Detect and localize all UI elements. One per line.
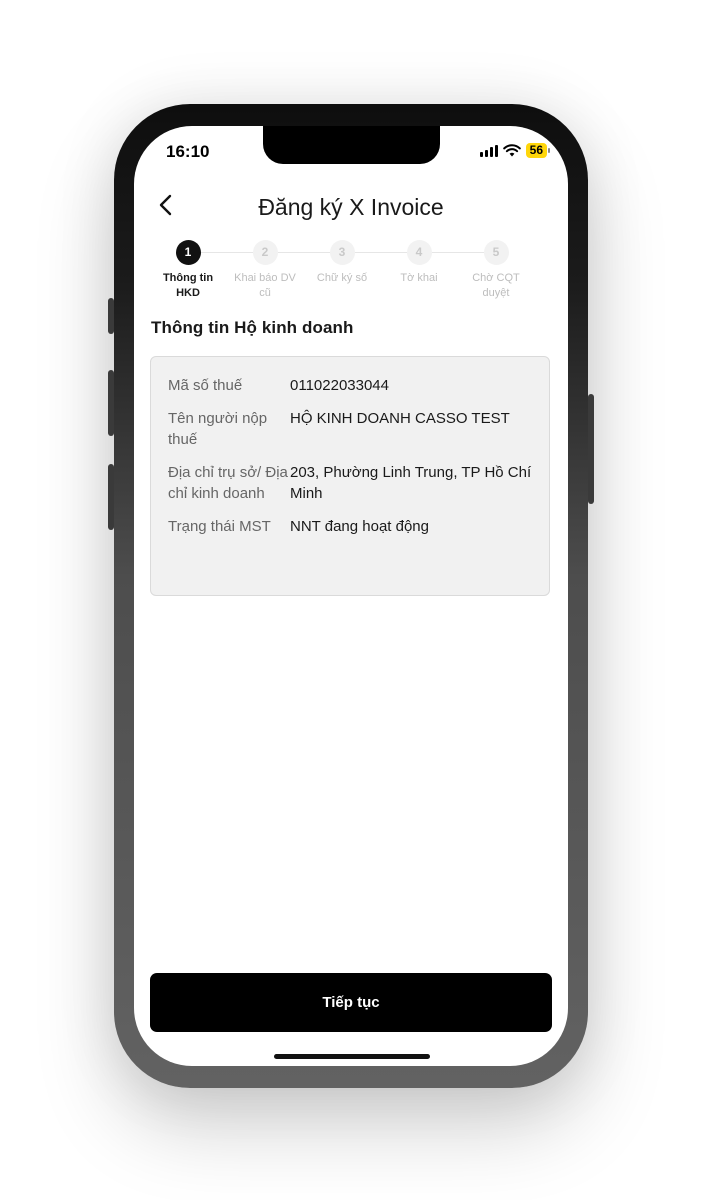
section-title: Thông tin Hộ kinh doanh (151, 318, 354, 337)
screen: 16:10 56 Đăng ký X Invoice 1 Thông tin H… (134, 126, 568, 1066)
step-1-label-line2: HKD (176, 287, 200, 299)
info-label: Tên người nộp thuế (168, 410, 268, 448)
volume-down-button (108, 464, 114, 530)
step-3-label-line1: Chữ ký số (316, 272, 368, 284)
volume-up-button (108, 370, 114, 436)
notch (263, 126, 440, 164)
info-row-tax-code: Mã số thuế 011022033044 (168, 375, 533, 396)
stage: 16:10 56 Đăng ký X Invoice 1 Thông tin H… (0, 0, 702, 1200)
info-row-address: Địa chỉ trụ sở/ Địa chỉ kinh doanh 203, … (168, 462, 533, 504)
battery-level: 56 (525, 143, 547, 158)
wifi-icon (502, 144, 521, 157)
step-4: 4 Tờ khai (381, 240, 457, 286)
step-2-label: Khai báo DV cũ (227, 271, 303, 301)
continue-button[interactable]: Tiếp tục (150, 973, 552, 1032)
info-label: Địa chỉ trụ sở/ Địa chỉ kinh doanh (168, 464, 288, 502)
phone-frame: 16:10 56 Đăng ký X Invoice 1 Thông tin H… (108, 104, 594, 1088)
silent-switch (108, 298, 114, 334)
step-5-number: 5 (483, 240, 509, 265)
step-2-label-line1: Khai báo DV (234, 272, 296, 284)
step-4-label: Tờ khai (381, 271, 457, 286)
info-value: 203, Phường Linh Trung, TP Hồ Chí Minh (290, 464, 532, 502)
step-2-number: 2 (252, 240, 278, 265)
step-5: 5 Chờ CQT duyệt (458, 240, 534, 301)
info-label: Trạng thái MST (168, 518, 271, 535)
business-info-card: Mã số thuế 011022033044 Tên người nộp th… (150, 356, 550, 596)
step-5-label-line1: Chờ CQT (472, 272, 520, 284)
step-4-number: 4 (406, 240, 432, 265)
battery-icon: 56 (525, 143, 550, 158)
cellular-signal-icon (479, 144, 498, 157)
page-title: Đăng ký X Invoice (258, 194, 444, 220)
info-row-taxpayer-name: Tên người nộp thuế HỘ KINH DOANH CASSO T… (168, 408, 533, 450)
step-5-label: Chờ CQT duyệt (458, 271, 534, 301)
step-1-number: 1 (175, 240, 201, 265)
stepper: 1 Thông tin HKD 2 Khai báo DV cũ 3 Chữ k… (150, 240, 552, 310)
info-value: HỘ KINH DOANH CASSO TEST (290, 410, 510, 427)
battery-cap (548, 148, 550, 153)
step-3: 3 Chữ ký số (304, 240, 380, 286)
home-indicator (274, 1054, 430, 1059)
info-row-tax-status: Trạng thái MST NNT đang hoạt động (168, 516, 533, 537)
step-2: 2 Khai báo DV cũ (227, 240, 303, 301)
step-5-label-line2: duyệt (482, 287, 510, 299)
status-time: 16:10 (166, 142, 210, 161)
step-4-label-line1: Tờ khai (400, 272, 438, 284)
info-label: Mã số thuế (168, 377, 243, 394)
power-button (588, 394, 594, 504)
info-value: NNT đang hoạt động (290, 518, 429, 535)
step-3-label: Chữ ký số (304, 271, 380, 286)
step-1-label: Thông tin HKD (150, 271, 226, 301)
step-1-label-line1: Thông tin (162, 272, 214, 284)
status-icons: 56 (479, 143, 550, 158)
step-1: 1 Thông tin HKD (150, 240, 226, 301)
step-2-label-line2: cũ (259, 287, 271, 299)
step-3-number: 3 (329, 240, 355, 265)
info-value: 011022033044 (290, 377, 389, 394)
